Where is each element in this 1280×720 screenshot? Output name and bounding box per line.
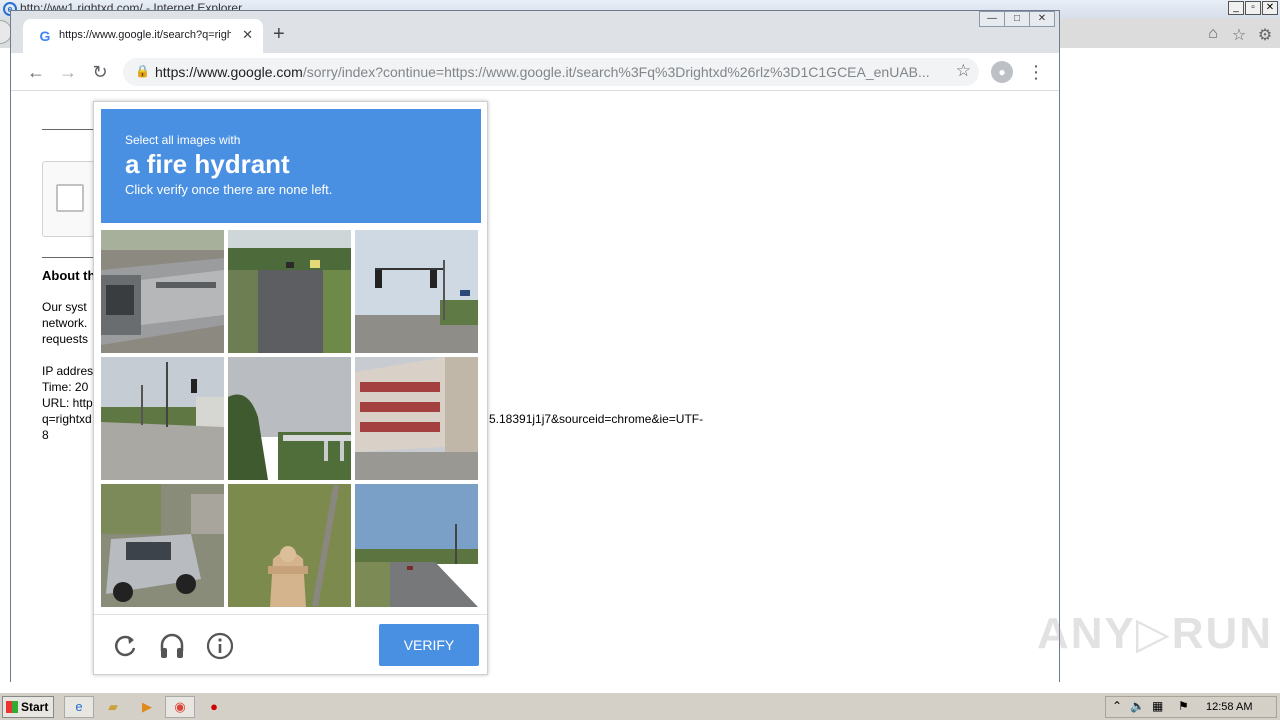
- reload-icon[interactable]: ↻: [89, 61, 111, 83]
- pickup-truck-tile[interactable]: [101, 230, 224, 353]
- windows-flag-icon: [6, 701, 18, 713]
- clock: 12:58 AM: [1206, 701, 1253, 713]
- chrome-maximize-button[interactable]: □: [1004, 11, 1030, 27]
- chrome-close-button[interactable]: ✕: [1029, 11, 1055, 27]
- bookmark-star-icon[interactable]: ☆: [956, 61, 971, 81]
- ie-taskbar-icon[interactable]: e: [64, 696, 94, 718]
- chrome-minimize-button[interactable]: —: [979, 11, 1005, 27]
- info-icon[interactable]: [205, 631, 235, 661]
- verify-button[interactable]: VERIFY: [379, 624, 479, 666]
- media-player-icon[interactable]: ▶: [138, 698, 156, 716]
- road-tile[interactable]: [228, 230, 351, 353]
- captcha-header: Select all images with a fire hydrant Cl…: [101, 109, 481, 223]
- about-heading: About th: [42, 268, 96, 283]
- tab-google-search[interactable]: G https://www.google.it/search?q=rightxd…: [23, 19, 263, 53]
- page-text-line: URL: http: [42, 396, 93, 410]
- traffic-light-tile[interactable]: [355, 230, 478, 353]
- fire-hydrant-tile[interactable]: [228, 484, 351, 607]
- page-text-line: network.: [42, 316, 88, 330]
- recaptcha-checkbox[interactable]: [56, 184, 84, 212]
- star-icon[interactable]: ☆: [1230, 25, 1248, 45]
- bridge-tile[interactable]: [228, 357, 351, 480]
- flag-icon[interactable]: ⚑: [1178, 699, 1189, 713]
- address-bar[interactable]: 🔒 https://www.google.com/sorry/index?con…: [123, 58, 979, 86]
- tab-title: https://www.google.it/search?q=rightxd&r…: [59, 29, 231, 41]
- intersection-tile[interactable]: [101, 357, 224, 480]
- ie-close-button[interactable]: ✕: [1262, 1, 1278, 15]
- tab-close-icon[interactable]: ✕: [242, 27, 253, 43]
- captcha-challenge: Select all images with a fire hydrant Cl…: [93, 101, 488, 675]
- reload-icon[interactable]: [110, 631, 140, 661]
- chrome-toolbar: ← → ↻ 🔒 https://www.google.com/sorry/ind…: [11, 53, 1059, 91]
- page-text-line: Time: 20: [42, 380, 89, 394]
- network-icon[interactable]: ▦: [1152, 699, 1163, 713]
- page-text-line: q=rightxd: [42, 412, 92, 426]
- url-host: https://www.google.com: [155, 64, 303, 80]
- taskbar: Start e ▰ ▶ ◉ ● ⌃ 🔈 ▦ ⚑ 12:58 AM: [0, 692, 1280, 720]
- google-favicon-icon: G: [39, 28, 51, 44]
- start-button[interactable]: Start: [2, 696, 54, 718]
- suv-tile[interactable]: [101, 484, 224, 607]
- tab-strip: G https://www.google.it/search?q=rightxd…: [11, 11, 1059, 53]
- volume-icon[interactable]: 🔈: [1130, 699, 1145, 713]
- chrome-taskbar-icon[interactable]: ◉: [165, 696, 195, 718]
- new-tab-button[interactable]: +: [273, 24, 285, 44]
- anyrun-watermark: ANY▷RUN: [1037, 609, 1274, 658]
- ie-minimize-button[interactable]: _: [1228, 1, 1244, 15]
- captcha-image-grid: [101, 230, 481, 608]
- tray-expand-icon[interactable]: ⌃: [1112, 699, 1122, 713]
- page-text-line: Our syst: [42, 300, 87, 314]
- street-tile[interactable]: [355, 484, 478, 607]
- start-label: Start: [21, 700, 49, 714]
- forward-arrow-icon[interactable]: →: [57, 61, 79, 83]
- page-text-line: IP addres: [42, 364, 94, 378]
- page-text-line: requests: [42, 332, 89, 346]
- page-text-line: 8: [42, 428, 49, 442]
- url-text-tail: 5.18391j1j7&sourceid=chrome&ie=UTF-: [489, 412, 704, 426]
- address-url[interactable]: https://www.google.com/sorry/index?conti…: [155, 64, 955, 80]
- headphones-icon[interactable]: [157, 631, 187, 661]
- gear-icon[interactable]: ⚙: [1256, 25, 1274, 45]
- profile-avatar-icon[interactable]: ●: [991, 61, 1013, 83]
- folder-icon[interactable]: ▰: [104, 698, 122, 716]
- warning-app-icon[interactable]: ●: [205, 698, 223, 716]
- ie-restore-button[interactable]: ▫: [1245, 1, 1261, 15]
- home-icon[interactable]: ⌂: [1204, 25, 1222, 45]
- chrome-menu-icon[interactable]: ⋮: [1027, 61, 1045, 83]
- back-arrow-icon[interactable]: ←: [25, 61, 47, 83]
- captcha-hint: Click verify once there are none left.: [125, 182, 333, 197]
- captcha-select-label: Select all images with: [125, 133, 241, 147]
- lock-icon: 🔒: [135, 64, 150, 78]
- captcha-object-label: a fire hydrant: [125, 149, 290, 179]
- building-tile[interactable]: [355, 357, 478, 480]
- captcha-footer: VERIFY: [94, 614, 487, 676]
- url-path: /sorry/index?continue=https://www.google…: [302, 64, 930, 80]
